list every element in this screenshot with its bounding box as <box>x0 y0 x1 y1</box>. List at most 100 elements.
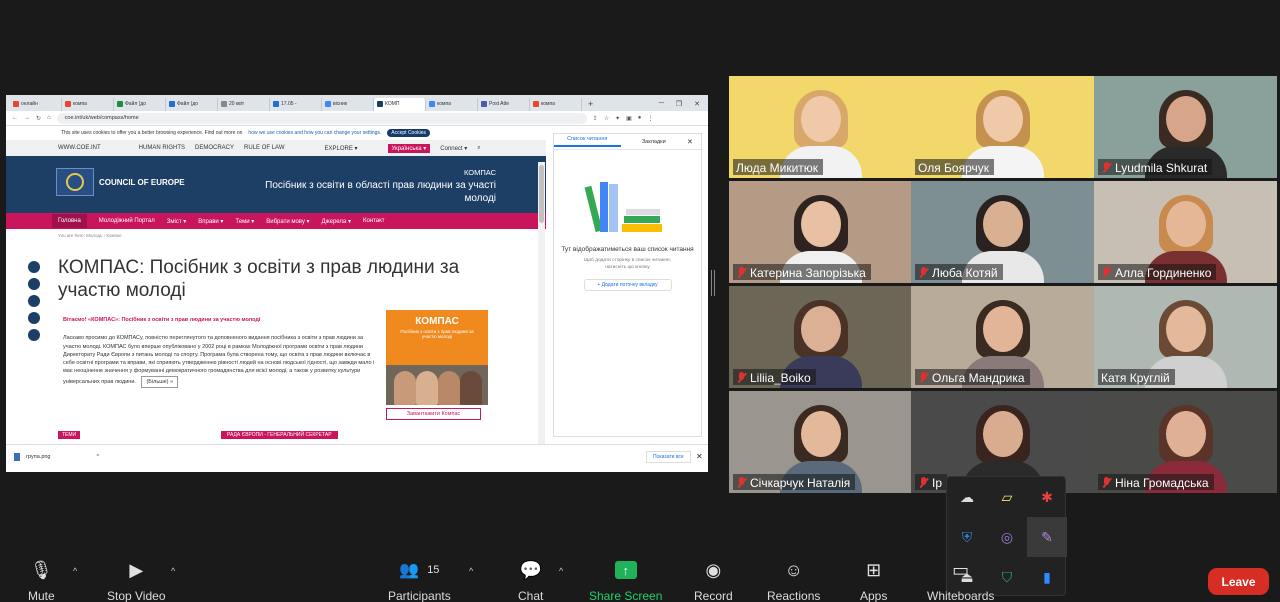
email-icon[interactable] <box>28 329 40 341</box>
add-current-tab-button[interactable]: + Додати поточну вкладку <box>583 279 672 291</box>
participant-tile[interactable]: Ніна Громадська <box>1094 391 1277 493</box>
download-item[interactable]: група.png ^ <box>14 453 99 461</box>
coe-logo[interactable]: COUNCIL OF EUROPE <box>56 168 185 196</box>
main-nav-item[interactable]: Контакт <box>363 218 385 224</box>
browser-tab[interactable]: Файл (до <box>114 98 166 111</box>
show-all-downloads-button[interactable]: Показати все <box>646 451 691 463</box>
stop-video-button[interactable]: ▶ Stop Video <box>107 556 166 602</box>
share-screen-button[interactable]: ↑ Share Screen <box>589 556 662 602</box>
twitter-icon[interactable] <box>28 261 40 273</box>
home-icon[interactable]: ⌂ <box>47 115 51 121</box>
record-button[interactable]: ◉ Record <box>694 556 733 602</box>
site-domain[interactable]: WWW.COE.INT <box>58 145 101 151</box>
top-navigation: WWW.COE.INT HUMAN RIGHTS DEMOCRACY RULE … <box>6 140 546 156</box>
participant-tile[interactable]: Катерина Запорізька <box>729 181 912 283</box>
nav-democracy[interactable]: DEMOCRACY <box>195 145 234 151</box>
feather-icon[interactable]: ✎ <box>1027 517 1067 557</box>
menu-icon[interactable]: ⋮ <box>647 115 653 122</box>
minimize-icon[interactable]: ─ <box>659 100 664 108</box>
browser-tab[interactable]: 17.05 - <box>270 98 322 111</box>
nav-human-rights[interactable]: HUMAN RIGHTS <box>139 145 185 151</box>
main-nav-item[interactable]: Зміст ▾ <box>167 218 187 225</box>
audio-options-chevron-icon[interactable]: ^ <box>73 566 77 576</box>
cloud-off-icon[interactable]: ☁ <box>947 477 987 517</box>
browser-tab[interactable]: компа <box>530 98 582 111</box>
participant-tile[interactable]: Lyudmila Shkurat <box>1094 76 1277 178</box>
leave-meeting-button[interactable]: Leave <box>1208 568 1269 595</box>
participants-button[interactable]: 👥 15 Participants <box>388 556 451 602</box>
main-nav-item[interactable]: Молодіжний Портал <box>99 218 155 224</box>
linkedin-icon[interactable] <box>28 312 40 324</box>
pinterest-icon[interactable] <box>28 295 40 307</box>
close-downloads-icon[interactable]: ✕ <box>696 452 703 461</box>
participant-tile[interactable]: Люба Котяй <box>911 181 1094 283</box>
chat-options-chevron-icon[interactable]: ^ <box>559 566 563 576</box>
profile-icon[interactable]: ● <box>638 115 642 122</box>
back-icon[interactable]: ← <box>12 115 18 121</box>
search-icon[interactable]: ⌕ <box>477 145 480 152</box>
participant-tile[interactable]: Катя Круглій <box>1094 286 1277 388</box>
main-nav-item[interactable]: Головна <box>52 214 87 228</box>
secretary-general-tag[interactable]: РАДА ЄВРОПИ - ГЕНЕРАЛЬНИЙ СЕКРЕТАР <box>221 431 338 439</box>
participant-tile[interactable]: Січкарчук Наталія <box>729 391 912 493</box>
facebook-icon[interactable] <box>28 278 40 290</box>
browser-tab[interactable]: КОМП <box>374 98 426 111</box>
app-icon[interactable]: ✱ <box>1027 477 1067 517</box>
main-nav-item[interactable]: Вибрати мову ▾ <box>266 218 309 225</box>
sidepanel-icon[interactable]: ▣ <box>626 115 632 122</box>
tab-bookmarks[interactable]: Закладки <box>621 139 688 145</box>
close-panel-icon[interactable]: ✕ <box>687 138 701 146</box>
puzzle-icon[interactable]: ✦ <box>615 115 620 122</box>
explore-menu[interactable]: EXPLORE ▾ <box>324 145 357 152</box>
compass-book-cover[interactable]: КОМПАС Посібник з освіти з прав людини з… <box>386 310 488 405</box>
main-nav-item[interactable]: Вправи ▾ <box>198 218 223 225</box>
browser-tab[interactable]: Post Atte <box>478 98 530 111</box>
nav-rule-of-law[interactable]: RULE OF LAW <box>244 145 284 151</box>
participant-tile[interactable]: Ольга Мандрика <box>911 286 1094 388</box>
reactions-button[interactable]: ☺ Reactions <box>767 556 820 602</box>
accept-cookies-button[interactable]: Accept Cookies <box>387 129 431 137</box>
address-bar[interactable]: coe.int/uk/web/compass/home <box>56 112 587 124</box>
favicon-icon <box>533 101 539 107</box>
browser-tab[interactable]: 20 квіт <box>218 98 270 111</box>
forward-icon[interactable]: → <box>24 115 30 121</box>
more-link[interactable]: (Більше) » <box>141 375 179 389</box>
participant-tile[interactable]: Оля Боярчук <box>911 76 1094 178</box>
browser-tab[interactable]: вісник <box>322 98 374 111</box>
language-select[interactable]: Українська ▾ <box>387 143 431 153</box>
reload-icon[interactable]: ↻ <box>36 115 41 122</box>
shield-warning-icon[interactable]: ⛨ <box>947 517 987 557</box>
browser-tab[interactable]: Файл (до <box>166 98 218 111</box>
chat-button[interactable]: 💬 Chat <box>518 556 543 602</box>
mute-button[interactable]: 🎙 Mute <box>28 556 55 602</box>
browser-tab[interactable]: компа <box>62 98 114 111</box>
connect-menu[interactable]: Connect ▾ <box>440 145 467 152</box>
participant-tile[interactable]: Алла Гординенко <box>1094 181 1277 283</box>
new-tab-button[interactable]: + <box>582 99 599 111</box>
star-icon[interactable]: ☆ <box>604 115 609 122</box>
browser-tab[interactable]: компа <box>426 98 478 111</box>
video-options-chevron-icon[interactable]: ^ <box>171 566 175 576</box>
cookie-banner: This site uses cookies to offer you a be… <box>6 126 546 140</box>
whiteboards-button[interactable]: ▭ Whiteboards <box>927 556 994 602</box>
maximize-icon[interactable]: ❐ <box>676 100 682 108</box>
participants-options-chevron-icon[interactable]: ^ <box>469 566 473 576</box>
apps-button[interactable]: ⊞ Apps <box>860 556 887 602</box>
split-view-handle[interactable] <box>711 270 716 296</box>
download-compass-button[interactable]: Завантажити Компас <box>386 408 481 420</box>
shared-screen: онлайн компа Файл (до Файл (до 20 квіт 17.05 … <box>6 95 708 472</box>
participant-tile[interactable]: Liliia_Boiko <box>729 286 912 388</box>
participant-tile[interactable]: Люда Микитюк <box>729 76 912 178</box>
browser-tab[interactable]: онлайн <box>10 98 62 111</box>
tab-reading-list[interactable]: Список читання <box>554 136 621 147</box>
cookie-link[interactable]: how we use cookies and how you can chang… <box>248 130 381 136</box>
topics-tag[interactable]: ТЕМИ <box>58 431 81 439</box>
note-icon[interactable]: ▱ <box>987 477 1027 517</box>
viber-icon[interactable]: ◎ <box>987 517 1027 557</box>
close-window-icon[interactable]: ✕ <box>694 100 700 108</box>
page-scrollbar[interactable] <box>538 162 545 444</box>
chevron-up-icon[interactable]: ^ <box>97 454 100 460</box>
share-icon[interactable]: ⇪ <box>593 115 598 122</box>
main-nav-item[interactable]: Теми ▾ <box>235 218 254 225</box>
main-nav-item[interactable]: Джерела ▾ <box>322 218 351 225</box>
